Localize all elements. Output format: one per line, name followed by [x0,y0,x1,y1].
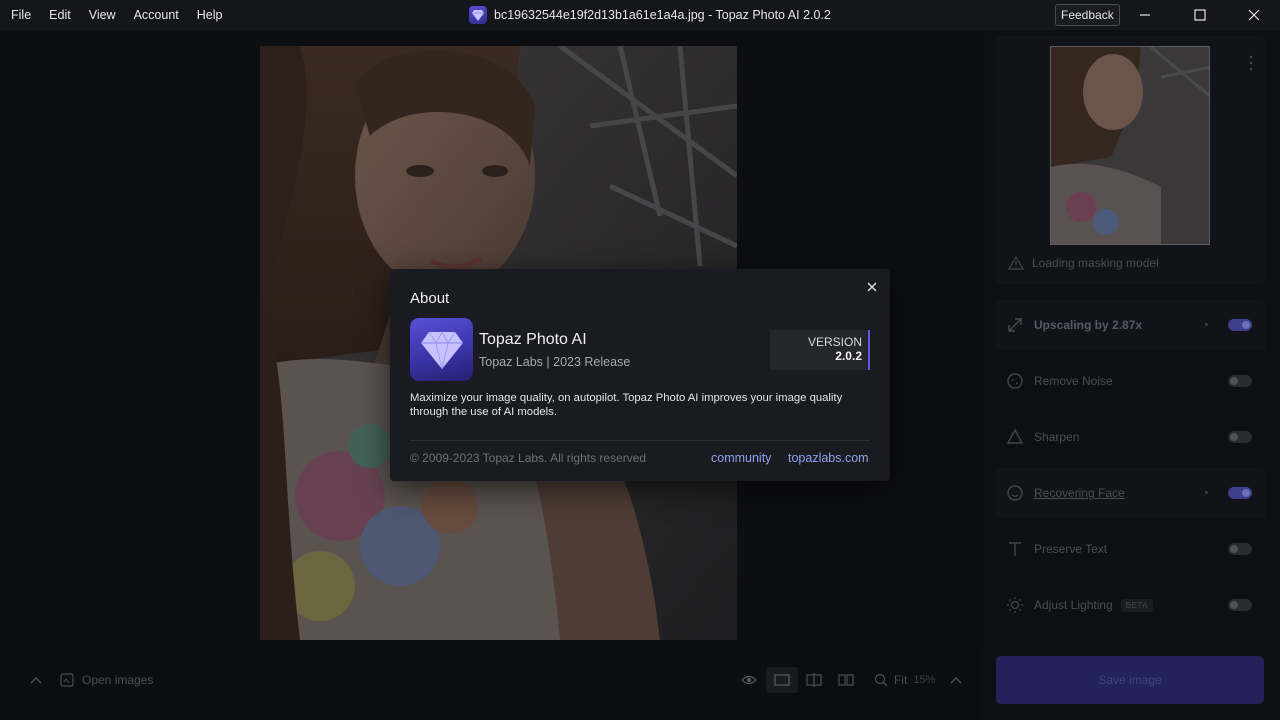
tool-upscaling-label: Upscaling by 2.87x [1034,318,1143,332]
tool-recovering-face-toggle[interactable] [1228,487,1252,499]
preview-toggle-button[interactable] [740,671,758,689]
title-bar: File Edit View Account Help bc19632544e1… [0,0,1280,30]
dialog-close-button[interactable] [864,279,880,295]
tool-recovering-face[interactable]: Recovering Face [996,468,1266,518]
tool-adjust-lighting-toggle[interactable] [1228,599,1252,611]
upscale-arrow-icon [1008,318,1022,332]
app-publisher: Topaz Labs | 2023 Release [479,355,631,369]
face-icon [1007,485,1023,501]
chevron-up-icon [950,677,962,684]
chevron-up-icon [30,677,42,684]
minimize-icon [1140,14,1150,16]
tool-recovering-face-label: Recovering Face [1034,486,1125,500]
window-title-text: bc19632544e19f2d13b1a61e1a4a.jpg - Topaz… [494,8,831,22]
community-link[interactable]: community [711,451,771,465]
tool-preserve-text-toggle[interactable] [1228,543,1252,555]
tool-upscaling-dot [1205,323,1208,326]
zoom-expand-button[interactable] [948,672,964,688]
collapse-button[interactable] [28,672,44,688]
thumbnail-image [1051,47,1209,244]
menu-help[interactable]: Help [188,0,232,30]
side-by-side-icon [838,674,854,686]
close-icon [867,282,877,292]
loading-status: Loading masking model [1008,256,1159,270]
diamond-icon [420,330,463,369]
tool-sharpen[interactable]: Sharpen [996,412,1266,462]
tool-upscaling-toggle[interactable] [1228,319,1252,331]
window-title: bc19632544e19f2d13b1a61e1a4a.jpg - Topaz… [469,0,831,30]
tool-preserve-text-label: Preserve Text [1034,542,1108,556]
minimize-button[interactable] [1122,0,1168,30]
single-view-icon [774,674,790,686]
copyright-text: © 2009-2023 Topaz Labs. All rights reser… [410,451,647,465]
maximize-button[interactable] [1177,0,1223,30]
open-images-label: Open images [82,673,154,687]
open-images-button[interactable]: Open images [60,671,153,689]
app-description: Maximize your image quality, on autopilo… [410,392,843,418]
split-view-icon [806,673,822,687]
sun-icon [1007,597,1023,613]
fit-label: Fit [894,673,908,687]
topaz-app-icon [410,318,473,381]
feedback-button[interactable]: Feedback [1055,4,1120,26]
menu-bar: File Edit View Account Help [0,0,231,30]
save-image-button[interactable]: Save image [996,656,1264,704]
menu-file[interactable]: File [2,0,40,30]
version-box: VERSION 2.0.2 [770,330,870,370]
side-by-side-button[interactable] [837,671,855,689]
close-window-button[interactable] [1231,0,1277,30]
zoom-level: 15% [913,674,936,686]
dialog-title: About [410,290,450,307]
tool-remove-noise-label: Remove Noise [1034,374,1113,388]
tool-remove-noise[interactable]: Remove Noise [996,356,1266,406]
zoom-control[interactable]: Fit 15% [874,671,935,689]
single-view-button[interactable] [766,667,798,693]
tool-sharpen-label: Sharpen [1034,430,1080,444]
loading-text: Loading masking model [1032,256,1159,270]
divider [410,440,870,441]
beta-badge: BETA [1120,598,1154,612]
tool-remove-noise-toggle[interactable] [1228,375,1252,387]
about-dialog: About Topaz Photo AI Topaz Labs | 2023 R… [390,269,890,481]
tool-adjust-lighting[interactable]: Adjust Lighting BETA [996,580,1266,630]
website-link[interactable]: topazlabs.com [788,451,869,465]
menu-account[interactable]: Account [125,0,188,30]
close-icon [1248,9,1260,21]
menu-edit[interactable]: Edit [40,0,80,30]
sharpen-icon [1006,428,1024,444]
menu-view[interactable]: View [80,0,125,30]
noise-icon [1007,373,1023,389]
app-logo-icon [469,6,487,24]
more-options-icon[interactable] [1248,54,1254,72]
maximize-icon [1194,9,1206,21]
tool-adjust-lighting-label: Adjust Lighting [1034,598,1113,612]
tool-upscaling[interactable]: Upscaling by 2.87x [996,300,1266,350]
eye-icon [741,675,757,685]
thumbnail[interactable] [1050,46,1210,245]
zoom-icon [874,673,888,687]
warning-icon [1008,256,1024,270]
version-label: VERSION [807,335,862,349]
split-view-button[interactable] [805,671,823,689]
app-name: Topaz Photo AI [479,331,587,348]
tool-preserve-text[interactable]: Preserve Text [996,524,1266,574]
tool-sharpen-toggle[interactable] [1228,431,1252,443]
image-icon [60,673,74,687]
tool-recovering-face-dot [1205,491,1208,494]
text-icon [1009,542,1021,556]
version-number: 2.0.2 [835,349,862,363]
